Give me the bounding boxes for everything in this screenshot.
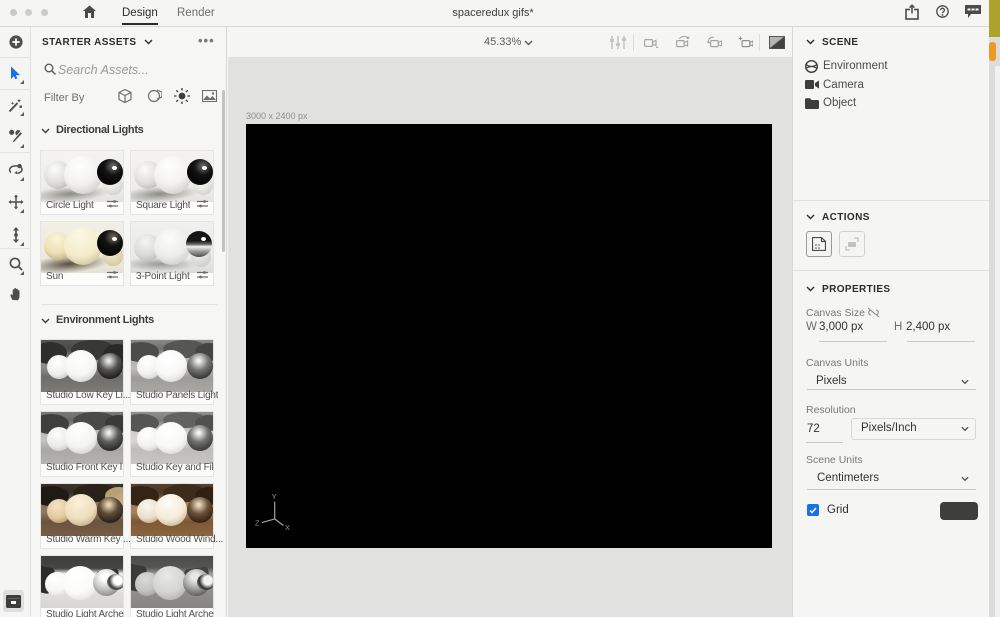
- svg-text:X: X: [285, 523, 290, 532]
- svg-text:Y: Y: [272, 492, 277, 501]
- svg-text:Z: Z: [255, 519, 260, 528]
